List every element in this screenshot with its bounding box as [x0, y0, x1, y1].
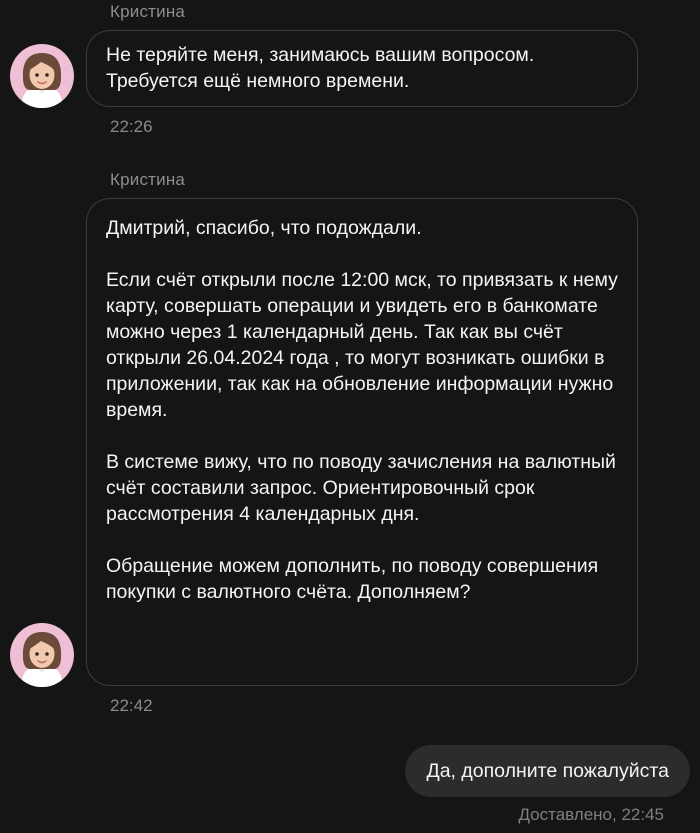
- message-text: Не теряйте меня, занимаюсь вашим вопросо…: [106, 44, 535, 92]
- outgoing-message-bubble[interactable]: Да, дополните пожалуйста: [405, 745, 690, 797]
- message-text: В системе вижу, что по поводу зачисления…: [106, 451, 616, 525]
- message-sender-name: Кристина: [110, 2, 186, 21]
- incoming-message-bubble[interactable]: Не теряйте меня, занимаюсь вашим вопросо…: [86, 30, 638, 107]
- incoming-message-bubble[interactable]: Дмитрий, спасибо, что подождали. Если сч…: [86, 198, 638, 686]
- message-text: Обращение можем дополнить, по поводу сов…: [106, 555, 599, 603]
- delivery-status: Доставлено, 22:45: [518, 805, 664, 824]
- message-sender-name: Кристина: [110, 170, 186, 189]
- message-time: 22:26: [110, 117, 153, 136]
- message-text: Дмитрий, спасибо, что подождали.: [106, 217, 422, 239]
- operator-avatar-icon[interactable]: [10, 623, 74, 687]
- message-text: Если счёт открыли после 12:00 мск, то пр…: [106, 269, 618, 421]
- operator-avatar-icon[interactable]: [10, 44, 74, 108]
- message-time: 22:42: [110, 696, 153, 715]
